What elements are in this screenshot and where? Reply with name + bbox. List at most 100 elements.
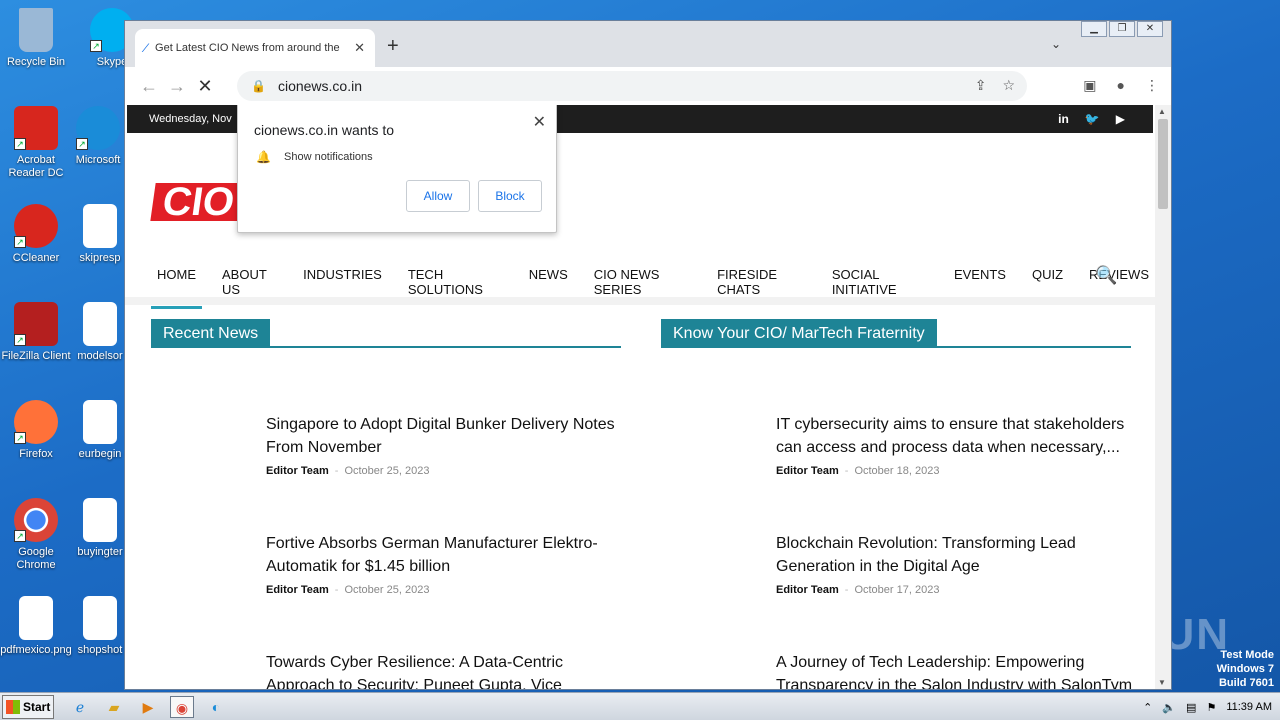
scrollbar-thumb[interactable] xyxy=(1158,119,1168,209)
ccleaner-icon: ↗ xyxy=(14,204,58,248)
volume-icon[interactable]: 🔈 xyxy=(1162,701,1176,714)
file-icon xyxy=(83,498,117,542)
desktop-icon-label: skipresp xyxy=(79,252,121,264)
recycle-bin-icon xyxy=(19,8,53,52)
media-player-icon[interactable]: ▶ xyxy=(136,696,160,718)
article-item: Towards Cyber Resilience: A Data-Centric… xyxy=(266,651,626,689)
clock[interactable]: 11:39 AM xyxy=(1226,701,1272,713)
desktop-icon-recycle-bin[interactable]: Recycle Bin xyxy=(0,8,72,69)
side-panel-icon[interactable]: ▣ xyxy=(1083,77,1096,94)
bookmark-star-icon[interactable]: ☆ xyxy=(1002,77,1015,94)
close-tab-icon[interactable]: ✕ xyxy=(354,40,365,56)
windows-flag-icon xyxy=(6,699,20,714)
date-text: Wednesday, Nov xyxy=(149,113,232,125)
site-logo[interactable]: CIO xyxy=(150,180,247,224)
article-item: Singapore to Adopt Digital Bunker Delive… xyxy=(266,413,626,477)
desktop-icon-label: Skype xyxy=(96,56,128,68)
page-scrollbar[interactable]: ▲ ▼ xyxy=(1155,105,1171,689)
menu-kebab-icon[interactable]: ⋮ xyxy=(1145,77,1159,94)
fraternity-section: Know Your CIO/ MarTech Fraternity xyxy=(661,319,1131,348)
edge-icon: ↗ xyxy=(76,106,120,150)
allow-button[interactable]: Allow xyxy=(406,180,470,212)
desktop-icon-ccleaner[interactable]: ↗ CCleaner xyxy=(0,204,72,265)
share-icon[interactable]: ⇪ xyxy=(975,77,987,94)
chrome-taskbar-icon[interactable]: ◉ xyxy=(170,695,194,718)
system-tray: ⌃ 🔈 ▤ ⚑ 11:39 AM xyxy=(1129,693,1280,720)
explorer-folder-icon[interactable]: ▰ xyxy=(102,696,126,718)
file-icon xyxy=(83,302,117,346)
flag-notification-icon[interactable]: ⚑ xyxy=(1206,701,1216,714)
desktop-icon-file[interactable]: pdfmexico.png xyxy=(0,596,72,657)
article-title[interactable]: Blockchain Revolution: Transforming Lead… xyxy=(776,532,1136,578)
url-text[interactable]: cionews.co.in xyxy=(278,78,362,94)
article-meta: Editor Team - October 17, 2023 xyxy=(776,584,940,596)
maximize-button[interactable]: ❐ xyxy=(1109,21,1135,37)
desktop-icon-label: Google Chrome xyxy=(16,546,56,571)
article-title[interactable]: Singapore to Adopt Digital Bunker Delive… xyxy=(266,413,626,459)
close-icon[interactable]: ✕ xyxy=(533,112,546,132)
loading-spinner-icon: ⁄ xyxy=(145,41,148,55)
article-author[interactable]: Editor Team xyxy=(266,584,329,596)
desktop-icon-label: pdfmexico.png xyxy=(0,644,72,656)
scroll-up-arrow-icon[interactable]: ▲ xyxy=(1158,107,1166,116)
lock-icon[interactable]: 🔒 xyxy=(251,79,266,93)
search-icon[interactable]: 🔍 xyxy=(1095,265,1117,286)
article-author[interactable]: Editor Team xyxy=(266,465,329,477)
article-item: IT cybersecurity aims to ensure that sta… xyxy=(776,413,1136,477)
tab-search-chevron-icon[interactable]: ⌄ xyxy=(1051,37,1061,51)
desktop-icon-label: CCleaner xyxy=(12,252,60,264)
minimize-button[interactable]: ▁ xyxy=(1081,21,1107,37)
block-button[interactable]: Block xyxy=(478,180,542,212)
taskbar: Start ℯ ▰ ▶ ◉ ◐ ⌃ 🔈 ▤ ⚑ 11:39 AM xyxy=(0,692,1280,720)
test-mode-line: Test Mode xyxy=(1220,649,1274,661)
back-button[interactable]: ← xyxy=(135,76,163,97)
article-date: October 25, 2023 xyxy=(344,465,430,477)
address-bar[interactable]: 🔒 cionews.co.in ⇪ ☆ xyxy=(237,71,1027,101)
desktop-icon-label: FileZilla Client xyxy=(1,350,71,362)
acrobat-icon: ↗ xyxy=(14,106,58,150)
show-hidden-icons-icon[interactable]: ⌃ xyxy=(1143,701,1152,714)
desktop-icon-firefox[interactable]: ↗ Firefox xyxy=(0,400,72,461)
article-title[interactable]: Towards Cyber Resilience: A Data-Centric… xyxy=(266,651,626,689)
article-title[interactable]: Fortive Absorbs German Manufacturer Elek… xyxy=(266,532,626,578)
desktop-icon-label: Acrobat Reader DC xyxy=(8,154,64,179)
window-controls: ▁ ❐ ✕ xyxy=(1081,21,1163,37)
linkedin-icon[interactable]: in xyxy=(1058,112,1069,126)
article-title[interactable]: IT cybersecurity aims to ensure that sta… xyxy=(776,413,1136,459)
taskbar-apps: ℯ ▰ ▶ ◉ ◐ xyxy=(68,695,228,718)
desktop-icon-filezilla[interactable]: ↗ FileZilla Client xyxy=(0,302,72,363)
desktop-icon-label: modelsor xyxy=(77,350,123,362)
stop-loading-button[interactable]: ✕ xyxy=(191,76,219,97)
close-window-button[interactable]: ✕ xyxy=(1137,21,1163,37)
youtube-icon[interactable]: ▶ xyxy=(1116,112,1125,126)
browser-tab[interactable]: ⁄ Get Latest CIO News from around the ✕ xyxy=(135,29,375,67)
edge-taskbar-icon[interactable]: ◐ xyxy=(204,696,228,718)
ie-icon[interactable]: ℯ xyxy=(68,696,92,718)
article-author[interactable]: Editor Team xyxy=(776,465,839,477)
article-item: Blockchain Revolution: Transforming Lead… xyxy=(776,532,1136,596)
page-viewport: Wednesday, Nov in 🐦 ▶ CIO HOME ABOUT US … xyxy=(125,105,1155,689)
profile-icon[interactable]: ● xyxy=(1117,77,1125,94)
article-author[interactable]: Editor Team xyxy=(776,584,839,596)
forward-button[interactable]: → xyxy=(163,76,191,97)
new-tab-button[interactable]: + xyxy=(387,35,399,58)
article-date: October 25, 2023 xyxy=(344,584,430,596)
twitter-icon[interactable]: 🐦 xyxy=(1085,112,1100,126)
test-mode-notice: Test Mode Windows 7 Build 7601 xyxy=(1217,648,1274,690)
permission-text: Show notifications xyxy=(284,151,373,163)
article-meta: Editor Team - October 18, 2023 xyxy=(776,465,940,477)
scroll-down-arrow-icon[interactable]: ▼ xyxy=(1158,678,1166,687)
popup-heading: cionews.co.in wants to xyxy=(254,122,395,138)
file-icon xyxy=(83,204,117,248)
start-button[interactable]: Start xyxy=(2,694,54,719)
network-icon[interactable]: ▤ xyxy=(1186,701,1196,714)
browser-toolbar: ← → ✕ 🔒 cionews.co.in ⇪ ☆ ▣ ● ⋮ xyxy=(125,67,1171,105)
file-icon xyxy=(83,400,117,444)
image-file-icon xyxy=(19,596,53,640)
social-links: in 🐦 ▶ xyxy=(1058,112,1125,126)
nav-divider xyxy=(125,297,1155,305)
test-mode-line: Build 7601 xyxy=(1218,677,1274,689)
desktop-icon-chrome[interactable]: ↗ Google Chrome xyxy=(0,498,72,572)
tab-title: Get Latest CIO News from around the xyxy=(155,42,340,54)
article-title[interactable]: A Journey of Tech Leadership: Empowering… xyxy=(776,651,1136,689)
